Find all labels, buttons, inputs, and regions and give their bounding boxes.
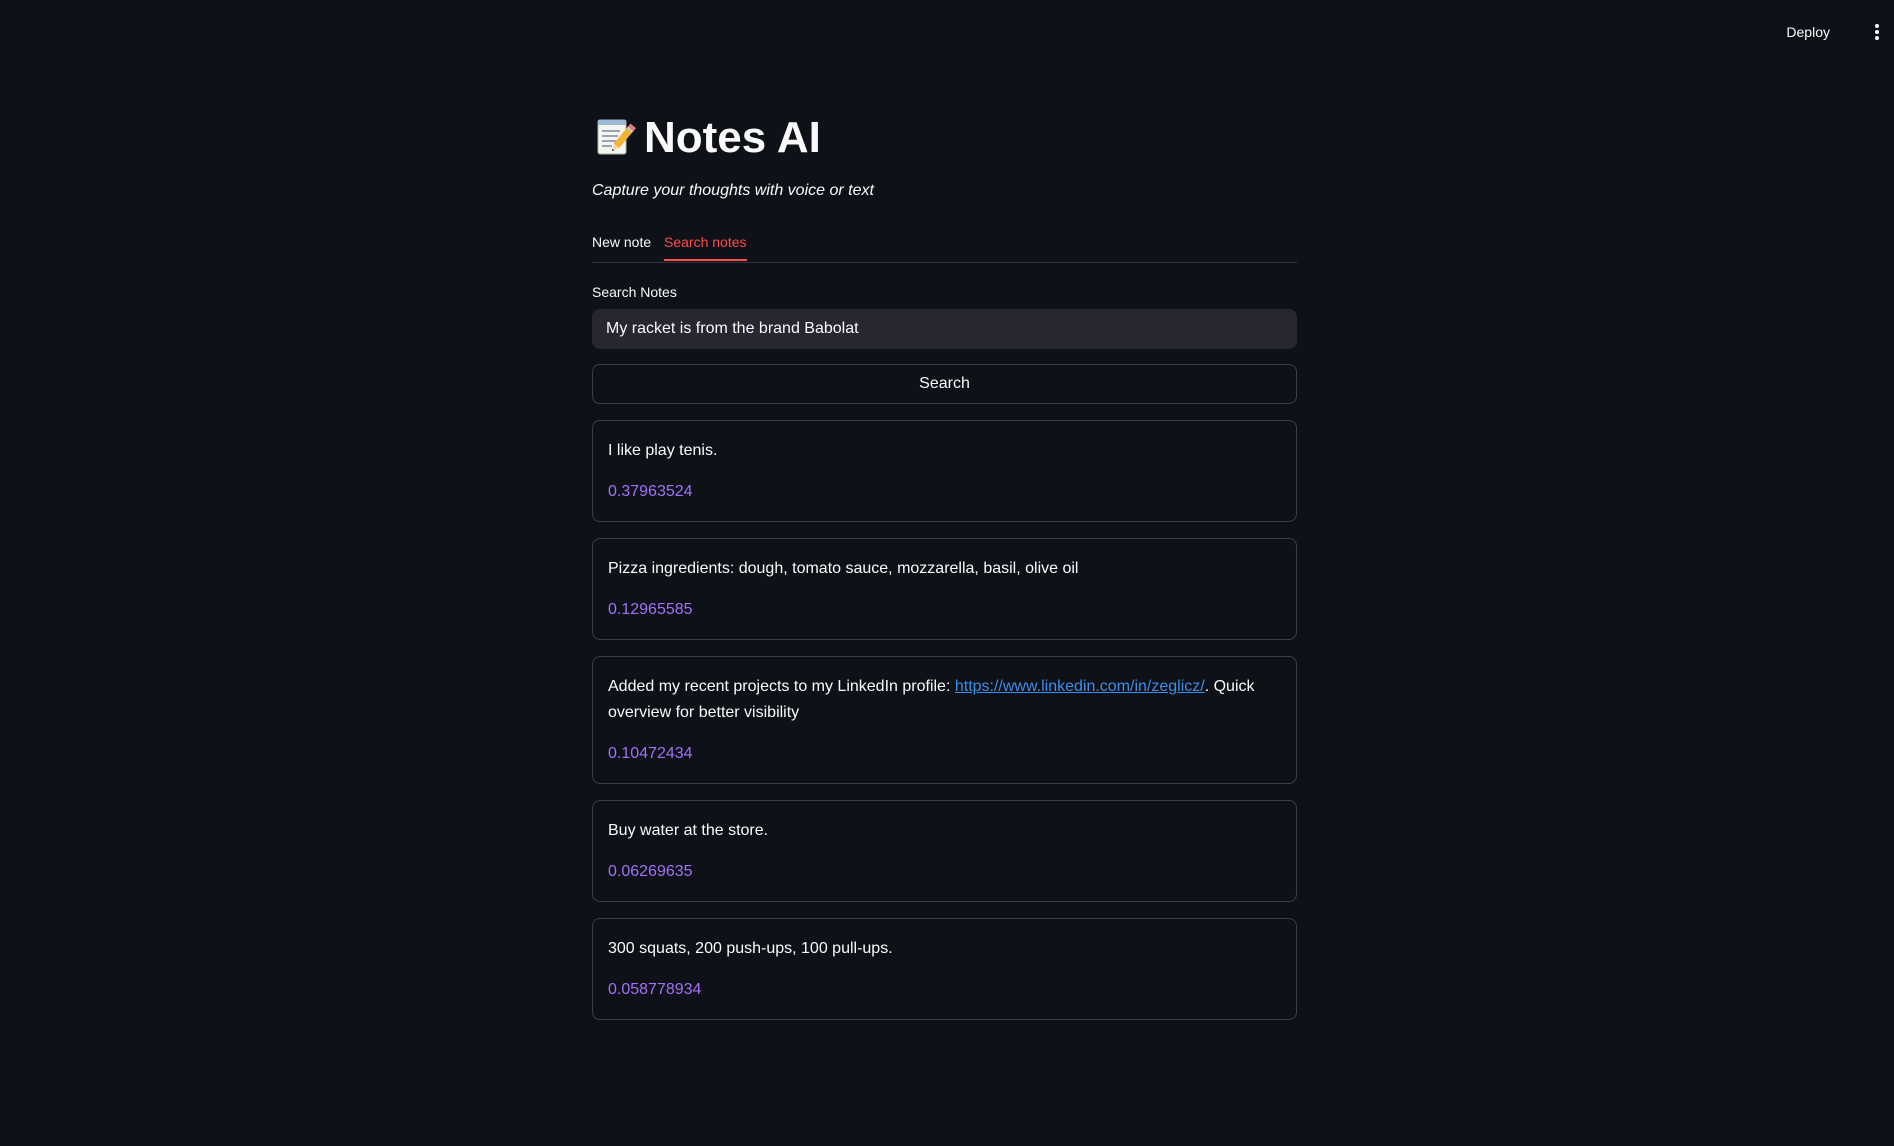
result-card: I like play tenis. 0.37963524: [592, 420, 1297, 522]
kebab-menu-icon[interactable]: [1875, 24, 1879, 40]
result-card: Pizza ingredients: dough, tomato sauce, …: [592, 538, 1297, 640]
page-title: Notes AI: [594, 108, 821, 168]
tab-new-note[interactable]: New note: [592, 234, 651, 261]
result-card: 300 squats, 200 push-ups, 100 pull-ups. …: [592, 918, 1297, 1020]
search-button[interactable]: Search: [592, 364, 1297, 404]
similarity-score: 0.12965585: [608, 601, 693, 618]
search-input[interactable]: [592, 309, 1297, 349]
result-card: Added my recent projects to my LinkedIn …: [592, 656, 1297, 784]
note-text: 300 squats, 200 push-ups, 100 pull-ups.: [608, 940, 893, 957]
similarity-score: 0.06269635: [608, 863, 693, 880]
tab-search-notes[interactable]: Search notes: [664, 234, 747, 261]
similarity-score: 0.058778934: [608, 981, 702, 998]
app-header: Deploy: [0, 0, 1894, 64]
deploy-label: Deploy: [1786, 24, 1830, 40]
similarity-score: 0.10472434: [608, 745, 693, 762]
linkedin-link[interactable]: https://www.linkedin.com/in/zeglicz/: [955, 678, 1205, 695]
tab-bar: New note Search notes: [592, 226, 1297, 263]
note-text: Pizza ingredients: dough, tomato sauce, …: [608, 560, 1079, 577]
search-notes-label: Search Notes: [592, 284, 677, 300]
note-text: Buy water at the store.: [608, 822, 769, 839]
memo-icon: [597, 119, 636, 155]
note-text: Added my recent projects to my LinkedIn …: [608, 674, 1281, 726]
deploy-button[interactable]: Deploy: [1776, 20, 1862, 44]
similarity-score: 0.37963524: [608, 483, 693, 500]
search-results: I like play tenis. 0.37963524 Pizza ingr…: [592, 420, 1297, 1036]
note-text: I like play tenis.: [608, 442, 718, 459]
result-card: Buy water at the store. 0.06269635: [592, 800, 1297, 902]
subtitle: Capture your thoughts with voice or text: [592, 182, 874, 199]
note-text-before: Added my recent projects to my LinkedIn …: [608, 678, 955, 695]
title-text: Notes AI: [644, 113, 821, 162]
